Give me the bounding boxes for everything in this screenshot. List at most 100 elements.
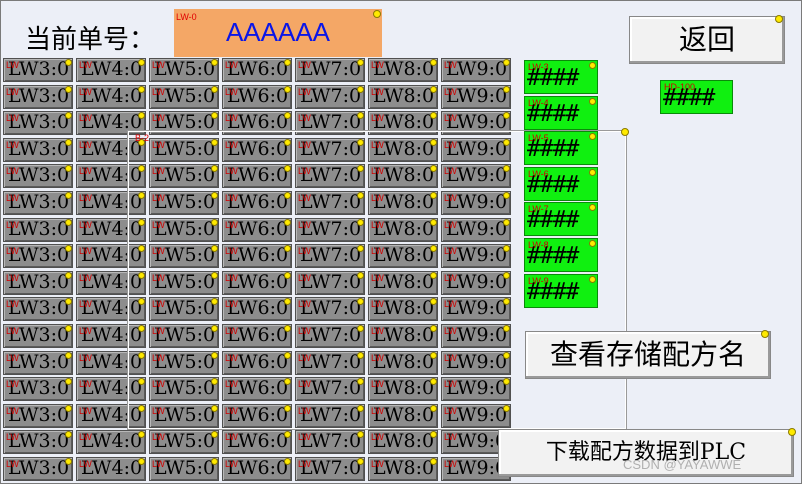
recipe-cell[interactable]: LW4:0 LW <box>76 457 146 481</box>
status-dot-icon <box>65 245 72 252</box>
recipe-cell[interactable]: LW3:0 LW <box>3 85 73 109</box>
view-recipe-names-button[interactable]: 查看存储配方名 <box>525 331 771 379</box>
recipe-cell[interactable]: LW3:0 LW <box>3 138 73 162</box>
status-dot-icon <box>788 428 796 436</box>
recipe-cell[interactable]: LW5:0 LW <box>149 457 219 481</box>
cell-tag: LW <box>298 432 311 442</box>
status-dot-icon <box>775 15 783 23</box>
recipe-cell[interactable]: LW3:0 LW <box>3 218 73 242</box>
status-dot-icon <box>138 458 145 465</box>
cell-tag: LW <box>371 113 384 123</box>
status-dot-icon <box>65 352 72 359</box>
order-number-field[interactable]: LW-0 AAAAAA <box>174 9 382 57</box>
status-dot-icon <box>65 325 72 332</box>
display-value: #### <box>527 278 579 305</box>
cell-tag: LW <box>79 113 92 123</box>
recipe-cell[interactable]: LW3:0 LW <box>3 191 73 215</box>
recipe-cell[interactable]: LW6:0 LW <box>222 58 292 82</box>
cell-tag: LW <box>6 166 19 176</box>
numeric-display: LW-3 #### <box>524 60 598 94</box>
recipe-cell[interactable]: LW3:0 LW <box>3 164 73 188</box>
cell-tag: LW <box>6 353 19 363</box>
status-dot-icon <box>138 431 145 438</box>
numeric-display: LW-4 #### <box>524 95 598 130</box>
cell-tag: LW <box>225 60 238 70</box>
hd100-display: HD-100 #### <box>660 80 733 114</box>
status-dot-icon <box>65 86 72 93</box>
recipe-cell[interactable]: LW6:0 LW <box>222 430 292 454</box>
recipe-cell[interactable]: LW7:0 LW <box>295 58 365 82</box>
cell-tag: LW <box>79 459 92 469</box>
cell-tag: LW <box>444 87 457 97</box>
display-value: #### <box>527 171 579 198</box>
status-dot-icon <box>211 86 218 93</box>
recipe-cell[interactable]: LW8:0 LW <box>368 430 438 454</box>
cell-tag: LW <box>79 406 92 416</box>
recipe-cell[interactable]: LW7:0 LW <box>295 457 365 481</box>
recipe-cell[interactable]: LW3:0 LW <box>3 111 73 135</box>
recipe-cell[interactable]: LW3:0 LW <box>3 271 73 295</box>
cell-tag: LW <box>6 273 19 283</box>
back-button[interactable]: 返回 <box>629 16 785 64</box>
recipe-cell[interactable]: LW4:0 LW <box>76 58 146 82</box>
cell-tag: LW <box>225 113 238 123</box>
numeric-display: LW-7 #### <box>524 202 598 237</box>
cell-tag: LW <box>79 140 92 150</box>
cell-tag: LW <box>298 459 311 469</box>
cell-tag: LW <box>152 113 165 123</box>
recipe-cell[interactable]: LW8:0 LW <box>368 457 438 481</box>
recipe-cell[interactable]: LW3:0 LW <box>3 430 73 454</box>
cell-tag: LW <box>298 113 311 123</box>
recipe-cell[interactable]: LW7:0 LW <box>295 430 365 454</box>
recipe-cell[interactable]: LW3:0 LW <box>3 404 73 428</box>
cell-tag: LW <box>225 432 238 442</box>
recipe-cell[interactable]: LW9:0 LW <box>441 85 511 109</box>
recipe-cell[interactable]: LW8:0 LW <box>368 85 438 109</box>
status-dot-icon <box>589 133 596 141</box>
recipe-cell[interactable]: LW3:0 LW <box>3 244 73 268</box>
recipe-cell[interactable]: LW3:0 LW <box>3 377 73 401</box>
recipe-cell[interactable]: LW3:0 LW <box>3 297 73 321</box>
status-dot-icon <box>589 62 596 69</box>
recipe-cell[interactable]: LW5:0 LW <box>149 430 219 454</box>
status-dot-icon <box>621 128 629 136</box>
status-dot-icon <box>138 59 145 66</box>
status-dot-icon <box>65 298 72 305</box>
recipe-cell[interactable]: LW3:0 LW <box>3 324 73 348</box>
watermark: CSDN @YAYAWWE <box>623 457 742 472</box>
cell-tag: LW <box>6 220 19 230</box>
status-dot-icon <box>65 272 72 279</box>
numeric-display: LW-5 #### <box>524 131 598 166</box>
recipe-cell[interactable]: LW5:0 LW <box>149 85 219 109</box>
cell-tag: LW <box>79 432 92 442</box>
status-dot-icon <box>211 112 218 119</box>
recipe-cell[interactable]: LW3:0 LW <box>3 457 73 481</box>
recipe-cell[interactable]: LW4:0 LW <box>76 430 146 454</box>
recipe-cell[interactable]: LW6:0 LW <box>222 457 292 481</box>
cell-tag: LW <box>6 459 19 469</box>
cell-tag: LW <box>79 379 92 389</box>
recipe-cell[interactable]: LW5:0 LW <box>149 58 219 82</box>
recipe-cell[interactable]: LW9:0 LW <box>441 58 511 82</box>
recipe-cell[interactable]: LW7:0 LW <box>295 85 365 109</box>
hmi-screen: 当前单号： LW-0 AAAAAA 返回 LW3:0 LW LW4:0 LW LW5:0… <box>0 0 802 484</box>
frame-tag: B-2 <box>135 133 150 143</box>
cell-tag: LW <box>79 166 92 176</box>
recipe-cell[interactable]: LW4:0 LW <box>76 85 146 109</box>
recipe-cell[interactable]: LW3:0 LW <box>3 58 73 82</box>
cell-tag: LW <box>6 326 19 336</box>
cell-tag: LW <box>444 113 457 123</box>
cell-tag: LW <box>79 193 92 203</box>
status-dot-icon <box>65 59 72 66</box>
cell-tag: LW <box>444 60 457 70</box>
cell-tag: LW <box>371 459 384 469</box>
status-dot-icon <box>211 458 218 465</box>
status-dot-icon <box>284 431 291 438</box>
recipe-cell[interactable]: LW8:0 LW <box>368 58 438 82</box>
cell-tag: LW <box>79 326 92 336</box>
status-dot-icon <box>357 431 364 438</box>
recipe-cell[interactable]: LW6:0 LW <box>222 85 292 109</box>
status-dot-icon <box>65 431 72 438</box>
recipe-cell[interactable]: LW3:0 LW <box>3 351 73 375</box>
status-dot-icon <box>65 219 72 226</box>
